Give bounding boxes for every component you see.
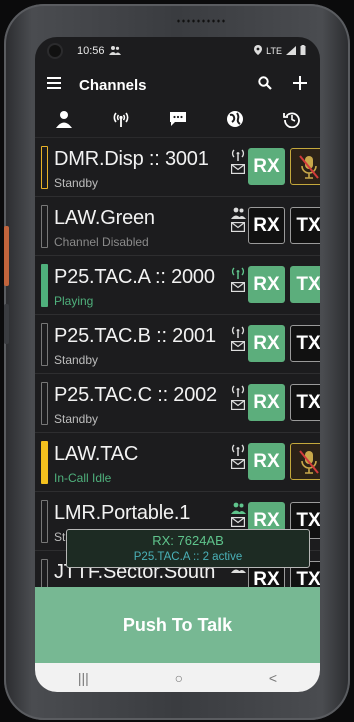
mail-icon [231, 222, 245, 232]
channel-indicators [229, 266, 247, 292]
channel-row[interactable]: P25.TAC.C :: 2002 Standby RX TX [35, 374, 320, 433]
rx-button[interactable]: RX [248, 207, 285, 244]
channel-name: DMR.Disp :: 3001 [54, 148, 209, 170]
page-title: Channels [79, 76, 147, 94]
side-button-ptt [4, 226, 9, 286]
status-bar: 10:56 LTE [35, 37, 320, 65]
network-label: LTE [266, 46, 282, 56]
radio-tower-icon[interactable] [112, 110, 130, 133]
channel-row[interactable]: P25.TAC.A :: 2000 Playing RX TX [35, 256, 320, 315]
status-time: 10:56 [77, 45, 105, 57]
search-icon[interactable] [258, 75, 272, 95]
rx-button[interactable]: RX [248, 266, 285, 303]
channel-row[interactable]: DMR.Disp :: 3001 Standby RX [35, 138, 320, 197]
mic-off-icon [298, 449, 319, 474]
channel-state: Channel Disabled [54, 235, 149, 249]
history-icon[interactable] [282, 110, 301, 133]
system-nav-bar: ||| ○ < [35, 663, 320, 692]
add-icon[interactable] [292, 75, 308, 96]
mic-off-icon [298, 154, 319, 179]
channel-status-bar [41, 382, 48, 425]
rx-button[interactable]: RX [248, 148, 285, 185]
group-icon [230, 502, 246, 514]
channel-indicators [229, 148, 247, 174]
battery-icon [300, 45, 306, 57]
tx-muted-button[interactable] [290, 443, 320, 480]
channel-status-bar [41, 205, 48, 248]
channel-indicators [229, 207, 247, 232]
radio-tower-icon [231, 444, 245, 456]
channel-row[interactable]: LAW.TAC In-Call Idle RX [35, 433, 320, 492]
side-button [4, 304, 9, 344]
mail-icon [231, 282, 245, 292]
tx-button[interactable]: TX [290, 325, 320, 362]
screen: 10:56 LTE Channels DMR.Disp:: 3001 Stan… [35, 37, 320, 692]
channel-status-bar [41, 264, 48, 307]
rx-activity-toast: RX: 7624AB P25.TAC.A :: 2 active [66, 529, 310, 568]
channel-name: P25.TAC.B :: 2001 [54, 325, 216, 347]
channel-indicators [229, 325, 247, 351]
channel-name: LAW.Green [54, 207, 155, 229]
profile-status-icon [108, 45, 121, 58]
radio-tower-icon [231, 326, 245, 338]
radio-tower-icon [231, 385, 245, 397]
channel-state: In-Call Idle [54, 471, 112, 485]
rx-button[interactable]: RX [248, 443, 285, 480]
app-bar-actions [258, 75, 308, 96]
message-icon[interactable] [169, 111, 187, 132]
mail-icon [231, 459, 245, 469]
rx-button[interactable]: RX [248, 384, 285, 421]
tx-button[interactable]: TX [290, 207, 320, 244]
channel-state: Playing [54, 294, 94, 308]
toast-channel-active: P25.TAC.A :: 2 active [133, 551, 243, 563]
tx-muted-button[interactable] [290, 148, 320, 185]
channel-status-bar [41, 500, 48, 543]
push-to-talk-button[interactable]: Push To Talk [35, 587, 320, 663]
channel-status-bar [41, 441, 48, 484]
globe-icon[interactable] [226, 110, 244, 133]
channel-indicators [229, 502, 247, 527]
radio-tower-icon [231, 267, 245, 279]
filter-tab-bar [35, 105, 320, 138]
earpiece-speaker [176, 18, 226, 24]
mail-icon [231, 164, 245, 174]
channel-row[interactable]: P25.TAC.B :: 2001 Standby RX TX [35, 315, 320, 374]
channel-name: LAW.TAC [54, 443, 139, 465]
group-icon [230, 207, 246, 219]
toast-rx-id: RX: 7624AB [152, 533, 224, 548]
channel-name: P25.TAC.C :: 2002 [54, 384, 217, 406]
channel-status-bar [41, 146, 48, 189]
mail-icon [231, 341, 245, 351]
tx-button[interactable]: TX [290, 266, 320, 303]
channel-indicators [229, 443, 247, 469]
back-nav-button[interactable]: < [269, 670, 277, 686]
front-camera [49, 45, 61, 57]
tx-button[interactable]: TX [290, 384, 320, 421]
rx-button[interactable]: RX [248, 325, 285, 362]
app-bar: Channels [35, 65, 320, 105]
location-icon [254, 45, 263, 57]
channel-state: Standby [54, 412, 99, 426]
recents-nav-button[interactable]: ||| [78, 670, 89, 686]
channel-indicators [229, 384, 247, 410]
person-icon[interactable] [55, 110, 73, 133]
home-nav-button[interactable]: ○ [175, 670, 183, 686]
mail-icon [231, 400, 245, 410]
channel-name: LMR.Portable.1 [54, 502, 191, 524]
channel-name: P25.TAC.A :: 2000 [54, 266, 215, 288]
signal-icon [286, 45, 296, 57]
channel-status-bar [41, 323, 48, 366]
mail-icon [231, 517, 245, 527]
radio-tower-icon [231, 149, 245, 161]
channel-row[interactable]: LAW.Green Channel Disabled RX TX [35, 197, 320, 256]
channel-state: Standby [54, 353, 99, 367]
status-indicators: LTE [254, 45, 306, 57]
menu-icon[interactable] [47, 76, 61, 94]
channel-state: Standby [54, 176, 99, 190]
